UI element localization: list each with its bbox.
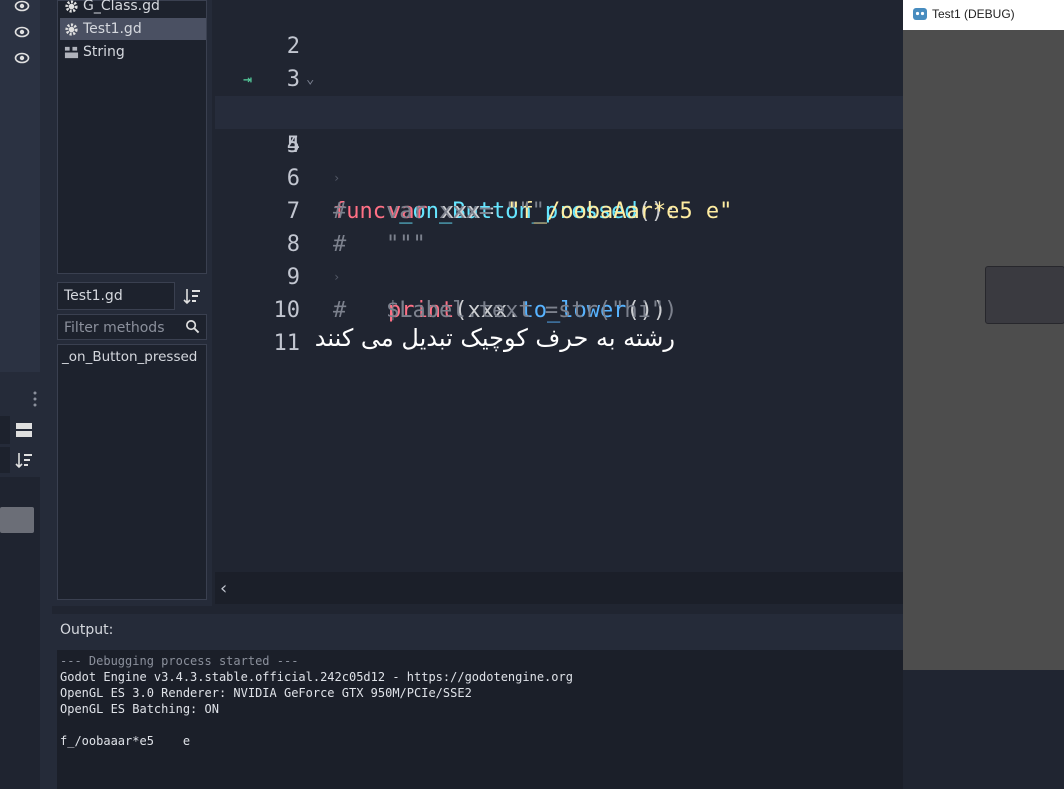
filesystem-filter-field[interactable]	[0, 447, 10, 473]
connected-signal-icon[interactable]: ⇥	[243, 63, 252, 96]
visibility-eye-icon[interactable]	[14, 24, 30, 40]
annotation-text: رشته به حرف کوچیک تبدیل می کنند	[314, 324, 675, 352]
filter-methods-input[interactable]	[58, 315, 186, 341]
gear-icon	[65, 22, 78, 36]
debug-game-window[interactable]: Test1 (DEBUG)	[903, 0, 1064, 670]
debug-window-title: Test1 (DEBUG)	[932, 7, 1015, 21]
editor-status-bar: ‹	[215, 572, 903, 604]
gear-icon	[65, 0, 78, 13]
script-item-g-class[interactable]: G_Class.gd	[60, 0, 206, 17]
code-line: 11	[215, 294, 903, 356]
drag-handle-icon[interactable]	[32, 390, 38, 408]
code-line: 7 # """	[215, 162, 903, 257]
script-item-test1[interactable]: Test1.gd	[60, 18, 206, 40]
output-line: f_/oobaaar*e5 e	[60, 734, 191, 748]
output-line: OpenGL ES 3.0 Renderer: NVIDIA GeForce G…	[60, 686, 472, 700]
split-view-icon[interactable]	[14, 420, 34, 440]
search-icon	[186, 320, 200, 334]
output-line: OpenGL ES Batching: ON	[60, 702, 219, 716]
game-button[interactable]	[985, 266, 1064, 324]
godot-logo-icon	[913, 8, 927, 20]
filesystem-path-field[interactable]	[0, 416, 10, 444]
script-list: G_Class.gd Test1.gd String	[57, 0, 207, 274]
visibility-eye-icon[interactable]	[14, 0, 30, 14]
code-line: 9 # $Label.text =str("hi")	[215, 228, 903, 323]
script-item-label: String	[83, 44, 125, 60]
filesystem-selected-item[interactable]	[0, 507, 34, 533]
methods-list: _on_Button_pressed	[57, 344, 207, 600]
script-panel: G_Class.gd Test1.gd String Test1.gd _on_…	[52, 0, 212, 606]
output-title: Output:	[60, 622, 114, 638]
doc-icon	[64, 46, 79, 58]
output-line: --- Debugging process started ---	[60, 654, 299, 668]
current-file-name: Test1.gd	[57, 282, 175, 310]
code-line: 2	[215, 0, 903, 59]
output-line: Godot Engine v3.4.3.stable.official.242c…	[60, 670, 573, 684]
chevron-left-icon[interactable]: ‹	[220, 578, 227, 599]
visibility-eye-icon[interactable]	[14, 50, 30, 66]
script-item-string[interactable]: String	[60, 41, 206, 63]
code-line: 8 › print(xxx.to_lower())	[215, 195, 903, 323]
output-log[interactable]: --- Debugging process started --- Godot …	[57, 650, 903, 789]
script-item-label: Test1.gd	[83, 21, 142, 37]
code-line-current: 5 › var xxx= "f_/oobaAar*e5 e"	[215, 96, 903, 224]
sort-icon[interactable]	[181, 286, 203, 306]
filter-methods-row	[57, 314, 207, 341]
left-dock-strip	[0, 0, 52, 789]
output-panel: Output: --- Debugging process started --…	[52, 614, 903, 789]
code-line: ⇥ 4 ⌄ func _on_Button_pressed():	[215, 63, 903, 224]
code-line: 6 # var xxx= """	[215, 129, 903, 224]
debug-window-titlebar[interactable]: Test1 (DEBUG)	[903, 0, 1064, 30]
code-line: 3	[215, 30, 903, 92]
fold-arrow-icon[interactable]: ⌄	[306, 63, 314, 96]
code-line: 10 ›	[215, 261, 903, 350]
sort-icon[interactable]	[14, 450, 34, 470]
method-item[interactable]: _on_Button_pressed	[62, 349, 197, 365]
code-editor[interactable]: 2 3 ⇥ 4 ⌄ func _on_Button_pressed(): 5 ›…	[215, 0, 903, 572]
script-item-label: G_Class.gd	[83, 0, 160, 14]
current-file-row: Test1.gd	[57, 282, 207, 310]
